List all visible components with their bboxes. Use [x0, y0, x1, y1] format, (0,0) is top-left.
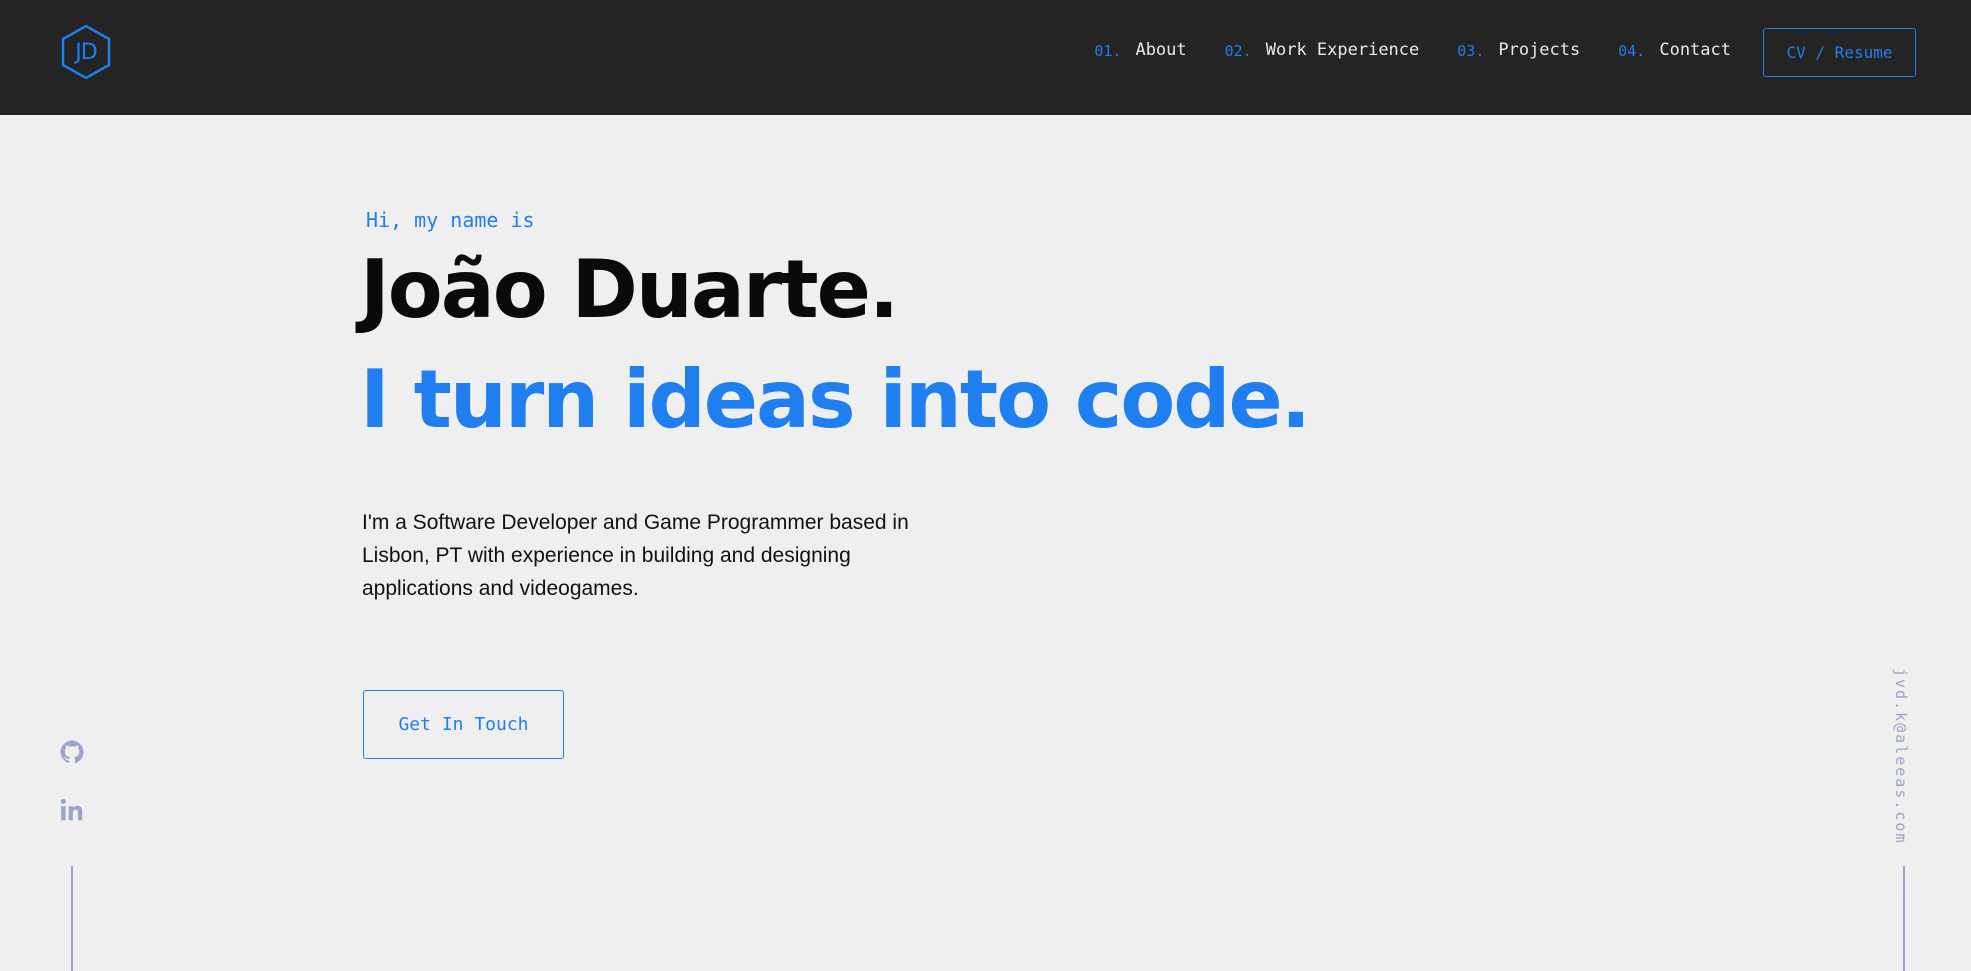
- nav-item-projects[interactable]: 03. Projects: [1457, 40, 1580, 60]
- logo[interactable]: JD: [60, 24, 112, 80]
- resume-button[interactable]: CV / Resume: [1763, 28, 1916, 77]
- nav-number: 01.: [1094, 42, 1122, 60]
- hero-intro: I'm a Software Developer and Game Progra…: [362, 511, 909, 600]
- greeting-text: Hi, my name is: [366, 208, 535, 232]
- nav-number: 04.: [1618, 42, 1646, 60]
- github-link[interactable]: [59, 739, 85, 765]
- right-vertical-line: [1903, 866, 1905, 971]
- nav-label: Contact: [1659, 40, 1731, 60]
- get-in-touch-button[interactable]: Get In Touch: [363, 690, 564, 759]
- nav-label: About: [1135, 40, 1187, 60]
- nav-label: Work Experience: [1265, 40, 1420, 60]
- hero-tagline: I turn ideas into code.: [360, 353, 1311, 446]
- site-header: JD 01. About 02. Work Experience 03. Pro…: [0, 0, 1971, 115]
- nav-number: 03.: [1457, 42, 1485, 60]
- logo-text: JD: [75, 39, 97, 65]
- nav-number: 02.: [1224, 42, 1252, 60]
- linkedin-link[interactable]: [59, 797, 85, 823]
- page: JD 01. About 02. Work Experience 03. Pro…: [0, 0, 1971, 971]
- linkedin-icon: [60, 798, 83, 821]
- nav-item-work-experience[interactable]: 02. Work Experience: [1225, 40, 1420, 60]
- left-vertical-line: [71, 866, 73, 971]
- email-link[interactable]: jvd.k@aleeas.com: [1892, 668, 1910, 845]
- nav-label: Projects: [1498, 40, 1581, 60]
- nav-item-about[interactable]: 01. About: [1094, 40, 1186, 60]
- nav-item-contact[interactable]: 04. Contact: [1618, 40, 1731, 60]
- hero-name: João Duarte.: [360, 243, 899, 336]
- main-nav: 01. About 02. Work Experience 03. Projec…: [1094, 40, 1731, 60]
- github-icon: [60, 740, 84, 763]
